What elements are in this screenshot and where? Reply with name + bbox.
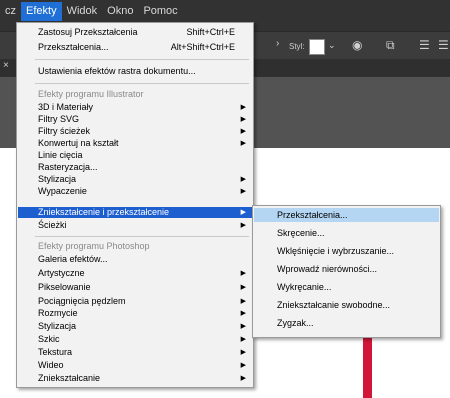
canvas-left bbox=[0, 148, 14, 398]
menu-item-crop-marks[interactable]: Linie cięcia bbox=[18, 150, 252, 161]
menu-item-stylize-ps[interactable]: Stylizacja ▶ bbox=[18, 321, 252, 332]
transform-icon[interactable]: ⧉ bbox=[386, 38, 395, 53]
menu-item-effect-gallery[interactable]: Galeria efektów... bbox=[18, 254, 252, 265]
submenu-arrow-icon: ▶ bbox=[240, 128, 246, 135]
submenu-item-tweak[interactable]: Wykręcanie... bbox=[254, 280, 439, 294]
submenu-item-twist[interactable]: Skręcenie... bbox=[254, 226, 439, 240]
effects-menu: Zastosuj Przekształcenia Shift+Ctrl+E Pr… bbox=[16, 22, 254, 388]
menu-item-convert-shape[interactable]: Konwertuj na kształt ▶ bbox=[18, 138, 252, 149]
align-left-icon[interactable]: ☰ bbox=[419, 38, 430, 52]
align-center-icon[interactable]: ☰ bbox=[438, 38, 449, 52]
submenu-arrow-icon: ▶ bbox=[240, 362, 246, 369]
canvas-object[interactable] bbox=[363, 338, 372, 398]
submenu-arrow-icon: ▶ bbox=[240, 336, 246, 343]
submenu-arrow-icon: ▶ bbox=[240, 349, 246, 356]
submenu-arrow-icon: ▶ bbox=[240, 104, 246, 111]
submenu-arrow-icon: ▶ bbox=[240, 116, 246, 123]
submenu-arrow-icon: ▶ bbox=[240, 209, 246, 216]
submenu-item-roughen[interactable]: Wprowadź nierówności... bbox=[254, 262, 439, 276]
menu-widok[interactable]: Widok bbox=[62, 2, 103, 21]
style-swatch[interactable] bbox=[309, 39, 325, 55]
submenu-arrow-icon: ▶ bbox=[240, 284, 246, 291]
globe-icon[interactable]: ◉ bbox=[352, 38, 362, 52]
menu-item-transform[interactable]: Przekształcenia... Alt+Shift+Ctrl+E bbox=[18, 42, 252, 53]
menu-okno[interactable]: Okno bbox=[102, 2, 138, 21]
menu-item-raster-settings[interactable]: Ustawienia efektów rastra dokumentu... bbox=[18, 66, 252, 77]
menu-item-pixelate[interactable]: Pikselowanie ▶ bbox=[18, 282, 252, 293]
menu-item-sketch[interactable]: Szkic ▶ bbox=[18, 334, 252, 345]
menu-item-distort-transform[interactable]: Zniekształcenie i przekształcenie ▶ bbox=[18, 207, 252, 218]
chevron-right-icon[interactable]: › bbox=[276, 38, 279, 49]
menu-item-video[interactable]: Wideo ▶ bbox=[18, 360, 252, 371]
divider bbox=[35, 83, 249, 84]
submenu-arrow-icon: ▶ bbox=[240, 270, 246, 277]
menu-efekty[interactable]: Efekty bbox=[21, 1, 62, 21]
submenu-arrow-icon: ▶ bbox=[240, 310, 246, 317]
menu-item-path-filters[interactable]: Filtry ścieżek ▶ bbox=[18, 126, 252, 137]
divider bbox=[35, 59, 249, 60]
menubar: cz Efekty Widok Okno Pomoc bbox=[0, 0, 183, 22]
menu-item-stylize[interactable]: Stylizacja ▶ bbox=[18, 174, 252, 185]
menu-item-artistic[interactable]: Artystyczne ▶ bbox=[18, 268, 252, 279]
menu-partial[interactable]: cz bbox=[0, 2, 21, 21]
menu-item-warp[interactable]: Wypaczenie ▶ bbox=[18, 186, 252, 197]
submenu-arrow-icon: ▶ bbox=[240, 323, 246, 330]
distort-transform-submenu: Przekształcenia... Skręcenie... Wklęśnię… bbox=[252, 205, 441, 338]
chevron-down-icon[interactable]: ⌄ bbox=[328, 40, 336, 51]
menu-item-blur[interactable]: Rozmycie ▶ bbox=[18, 308, 252, 319]
menu-item-svg-filters[interactable]: Filtry SVG ▶ bbox=[18, 114, 252, 125]
submenu-arrow-icon: ▶ bbox=[240, 188, 246, 195]
menu-item-rasterize[interactable]: Rasteryzacja... bbox=[18, 162, 252, 173]
section-illustrator-effects: Efekty programu Illustrator bbox=[38, 89, 144, 99]
style-label: Styl: bbox=[289, 42, 305, 51]
section-photoshop-effects: Efekty programu Photoshop bbox=[38, 241, 150, 251]
menu-item-distort[interactable]: Zniekształcanie ▶ bbox=[18, 373, 252, 384]
submenu-arrow-icon: ▶ bbox=[240, 298, 246, 305]
menu-pomoc[interactable]: Pomoc bbox=[138, 2, 182, 21]
submenu-item-zigzag[interactable]: Zygzak... bbox=[254, 316, 439, 330]
close-icon[interactable]: × bbox=[3, 60, 9, 71]
menu-item-brush-strokes[interactable]: Pociągnięcia pędzlem ▶ bbox=[18, 296, 252, 307]
menu-item-texture[interactable]: Tekstura ▶ bbox=[18, 347, 252, 358]
submenu-arrow-icon: ▶ bbox=[240, 222, 246, 229]
submenu-item-pucker-bloat[interactable]: Wklęśnięcie i wybrzuszanie... bbox=[254, 244, 439, 258]
submenu-arrow-icon: ▶ bbox=[240, 375, 246, 382]
submenu-arrow-icon: ▶ bbox=[240, 140, 246, 147]
divider bbox=[35, 236, 249, 237]
menu-item-paths[interactable]: Ścieżki ▶ bbox=[18, 220, 252, 231]
menu-item-3d[interactable]: 3D i Materiały ▶ bbox=[18, 102, 252, 113]
menu-item-apply-transform[interactable]: Zastosuj Przekształcenia Shift+Ctrl+E bbox=[18, 27, 252, 38]
submenu-arrow-icon: ▶ bbox=[240, 176, 246, 183]
submenu-item-transform[interactable]: Przekształcenia... bbox=[254, 208, 439, 222]
submenu-item-free-distort[interactable]: Zniekształcanie swobodne... bbox=[254, 298, 439, 312]
